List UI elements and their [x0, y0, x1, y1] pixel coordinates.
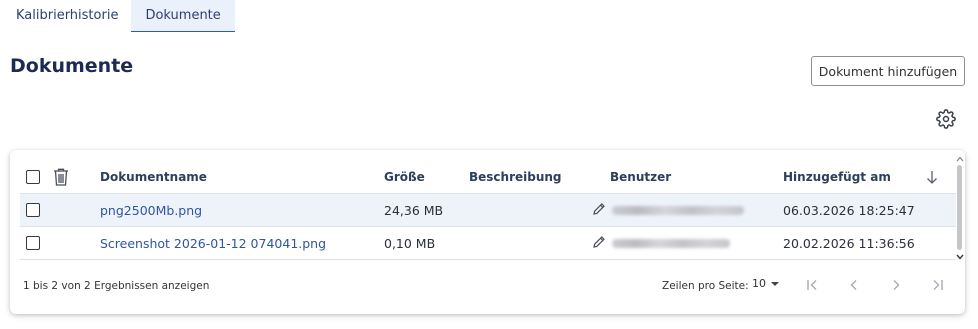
gear-icon[interactable] — [936, 109, 956, 129]
last-page-button[interactable] — [925, 274, 949, 296]
row-select-cell — [26, 227, 40, 259]
next-page-button[interactable] — [884, 274, 908, 296]
column-header-name[interactable]: Dokumentname — [100, 160, 207, 193]
last-page-icon — [933, 280, 943, 290]
caret-down-icon — [771, 281, 779, 286]
document-added-date: 20.02.2026 11:36:56 — [783, 235, 915, 251]
select-all-checkbox[interactable] — [26, 169, 40, 184]
column-header-description[interactable]: Beschreibung — [469, 160, 562, 193]
rows-per-page-select[interactable]: 10 — [752, 277, 780, 290]
document-name-link[interactable]: png2500Mb.png — [100, 194, 202, 226]
column-header-user[interactable]: Benutzer — [610, 160, 671, 193]
table-row[interactable]: png2500Mb.png 24,36 MB 06.03.2026 18:25:… — [20, 194, 956, 227]
tab-bar: Kalibrierhistorie Dokumente — [0, 0, 235, 32]
user-redacted — [612, 205, 744, 215]
document-size: 0,10 MB — [384, 235, 436, 251]
document-size: 24,36 MB — [384, 202, 444, 218]
row-checkbox[interactable] — [26, 203, 40, 217]
add-document-button[interactable]: Dokument hinzufügen — [811, 56, 965, 86]
tab-dokumente[interactable]: Dokumente — [131, 0, 235, 32]
table-header-row: Dokumentname Größe Beschreibung Benutzer… — [20, 160, 956, 194]
scrollbar-thumb[interactable] — [957, 165, 962, 250]
column-header-added[interactable]: Hinzugefügt am — [783, 160, 891, 193]
chevron-right-icon — [893, 280, 900, 290]
user-redacted — [612, 238, 730, 248]
previous-page-button[interactable] — [842, 274, 866, 296]
rows-per-page-value: 10 — [752, 277, 766, 290]
first-page-button[interactable] — [801, 274, 825, 296]
trash-icon[interactable] — [52, 160, 70, 193]
pencil-icon[interactable] — [592, 202, 606, 219]
tab-kalibrierhistorie[interactable]: Kalibrierhistorie — [0, 0, 131, 32]
row-checkbox[interactable] — [26, 236, 40, 250]
row-select-cell — [26, 194, 40, 226]
column-header-size[interactable]: Größe — [384, 160, 425, 193]
table-row[interactable]: Screenshot 2026-01-12 074041.png 0,10 MB… — [20, 227, 956, 260]
arrow-down-icon[interactable] — [926, 160, 938, 193]
first-page-icon — [807, 280, 817, 290]
user-cell — [592, 194, 744, 226]
documents-table-card: Dokumentname Größe Beschreibung Benutzer… — [10, 150, 965, 314]
document-name-link[interactable]: Screenshot 2026-01-12 074041.png — [100, 227, 326, 259]
document-added-date: 06.03.2026 18:25:47 — [783, 202, 915, 218]
page-title: Dokumente — [10, 55, 134, 77]
table-scrollbar[interactable] — [955, 156, 965, 266]
user-cell — [592, 227, 730, 259]
select-all-cell — [26, 160, 40, 193]
pencil-icon[interactable] — [592, 235, 606, 252]
rows-per-page-label: Zeilen pro Seite: — [662, 280, 749, 292]
chevron-left-icon — [850, 280, 857, 290]
results-info: 1 bis 2 von 2 Ergebnissen anzeigen — [23, 280, 210, 292]
